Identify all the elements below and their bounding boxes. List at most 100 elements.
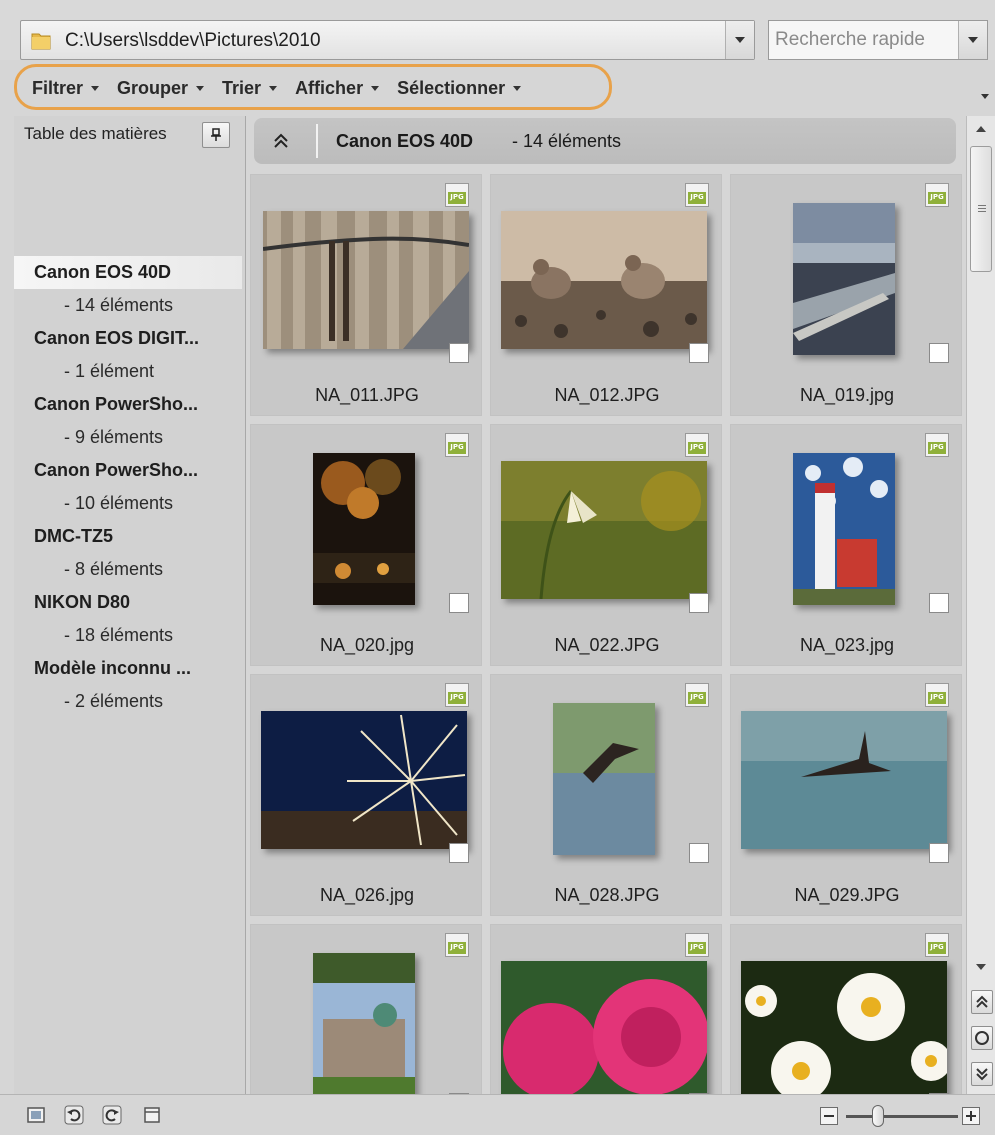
header-divider [316,124,318,158]
jpg-badge-label: JPG [930,443,944,451]
rotate-left-icon[interactable] [64,1105,84,1125]
select-checkbox[interactable] [689,593,709,613]
toc-entry-name[interactable]: Canon EOS 40D [14,256,242,289]
toc-entry: DMC-TZ5 - 8 éléments [14,520,244,586]
thumbnail-filename: NA_019.jpg [799,385,895,405]
group-menu[interactable]: Grouper [117,78,205,99]
sort-menu-label: Trier [222,78,262,98]
path-combobox[interactable]: C:\Users\lsddev\Pictures\2010 [20,20,755,60]
window-icon[interactable] [142,1105,162,1125]
slideshow-icon[interactable] [26,1105,46,1125]
jpg-file-icon: JPG [685,183,709,207]
group-header[interactable]: Canon EOS 40D - 14 éléments [254,118,956,164]
chevron-down-icon [968,37,978,43]
toc-list: Canon EOS 40D - 14 éléments Canon EOS DI… [14,256,244,718]
thumbnail-filename: NA_029.JPG [794,885,900,905]
toc-entry: Canon PowerSho... - 9 éléments [14,388,244,454]
select-checkbox[interactable] [689,343,709,363]
select-menu[interactable]: Sélectionner [397,78,522,99]
thumbnail-tile[interactable]: JPG [730,924,962,1094]
view-menu[interactable]: Afficher [295,78,380,99]
toc-entry-name[interactable]: Modèle inconnu ... [14,652,244,685]
photo-thumbnail [313,953,415,1094]
jpg-badge-label: JPG [450,193,464,201]
jpg-badge-label: JPG [690,693,704,701]
zoom-in-button[interactable] [962,1107,980,1125]
filter-menu[interactable]: Filtrer [32,78,100,99]
toolbar: Filtrer Grouper Trier Afficher Sélection… [0,62,995,114]
toc-entry-count: - 1 élément [64,361,155,381]
sort-menu[interactable]: Trier [222,78,278,99]
zoom-slider-handle[interactable] [872,1105,884,1127]
minus-icon [824,1115,834,1117]
chevron-down-icon [513,86,522,91]
grip-icon [978,205,986,212]
thumbnail-tile[interactable]: JPG NA_026.jpg [250,674,482,916]
group-menu-label: Grouper [117,78,189,98]
toc-title: Table des matières [24,124,167,143]
status-bar [0,1094,995,1135]
toc-entry-count: - 14 éléments [64,295,174,315]
jpg-badge-label: JPG [690,443,704,451]
search-dropdown-button[interactable] [958,21,987,59]
select-checkbox[interactable] [929,593,949,613]
zoom-out-button[interactable] [820,1107,838,1125]
view-menu-label: Afficher [295,78,364,98]
thumbnail-tile[interactable]: JPG [490,924,722,1094]
scroll-thumb[interactable] [970,146,992,272]
thumbnail-tile[interactable]: JPG NA_022.JPG [490,424,722,666]
toc-entry-name[interactable]: Canon PowerSho... [14,454,244,487]
photo-thumbnail [261,711,467,849]
toc-entry-name[interactable]: Canon EOS DIGIT... [14,322,244,355]
toc-entry-name[interactable]: Canon PowerSho... [14,388,244,421]
thumbnail-tile[interactable]: JPG NA_023.jpg [730,424,962,666]
jpg-file-icon: JPG [925,433,949,457]
thumbnail-filename: NA_028.JPG [554,885,660,905]
scroll-up-icon[interactable] [976,126,986,132]
address-bar: C:\Users\lsddev\Pictures\2010 [0,0,995,60]
jpg-file-icon: JPG [925,183,949,207]
thumbnail-tile[interactable]: JPG [250,924,482,1094]
collapse-icon[interactable] [272,132,290,150]
thumbnail-tile[interactable]: JPG NA_011.JPG [250,174,482,416]
scroll-down-icon[interactable] [976,964,986,970]
path-dropdown-button[interactable] [725,21,754,59]
select-checkbox[interactable] [929,843,949,863]
thumbnail-filename: NA_022.JPG [554,635,660,655]
chevron-down-icon [371,86,380,91]
filter-menu-label: Filtrer [32,78,84,98]
toc-entry-name[interactable]: DMC-TZ5 [14,520,244,553]
browse-object-button[interactable] [971,1026,993,1050]
jpg-badge-label: JPG [450,693,464,701]
table-of-contents-pane: Table des matières Canon EOS 40D - 14 él… [14,116,250,1094]
select-checkbox[interactable] [449,343,469,363]
select-checkbox[interactable] [449,593,469,613]
quick-search-box [768,20,988,60]
thumbnail-tile[interactable]: JPG NA_028.JPG [490,674,722,916]
pin-button[interactable] [202,122,230,148]
select-checkbox[interactable] [449,843,469,863]
previous-group-button[interactable] [971,990,993,1014]
jpg-badge-label: JPG [450,443,464,451]
jpg-file-icon: JPG [445,683,469,707]
toc-entry: NIKON D80 - 18 éléments [14,586,244,652]
double-chevron-up-icon [976,995,988,1008]
toc-entry-count: - 10 éléments [64,493,174,513]
select-checkbox[interactable] [689,843,709,863]
toc-entry-name[interactable]: NIKON D80 [14,586,244,619]
thumbnail-tile[interactable]: JPG NA_019.jpg [730,174,962,416]
vertical-scrollbar[interactable] [966,116,995,1094]
photo-thumbnail [793,203,895,355]
next-group-button[interactable] [971,1062,993,1086]
zoom-slider-track[interactable] [846,1115,958,1118]
thumbnail-tile[interactable]: JPG NA_020.jpg [250,424,482,666]
select-checkbox[interactable] [929,343,949,363]
rotate-right-icon[interactable] [102,1105,122,1125]
group-count: - 14 éléments [512,131,622,151]
toolbar-overflow-icon[interactable] [981,94,989,99]
thumbnail-tile[interactable]: JPG NA_029.JPG [730,674,962,916]
thumbnail-tile[interactable]: JPG NA_012.JPG [490,174,722,416]
jpg-badge-label: JPG [690,943,704,951]
path-text: C:\Users\lsddev\Pictures\2010 [65,30,321,51]
search-input[interactable] [769,21,957,59]
